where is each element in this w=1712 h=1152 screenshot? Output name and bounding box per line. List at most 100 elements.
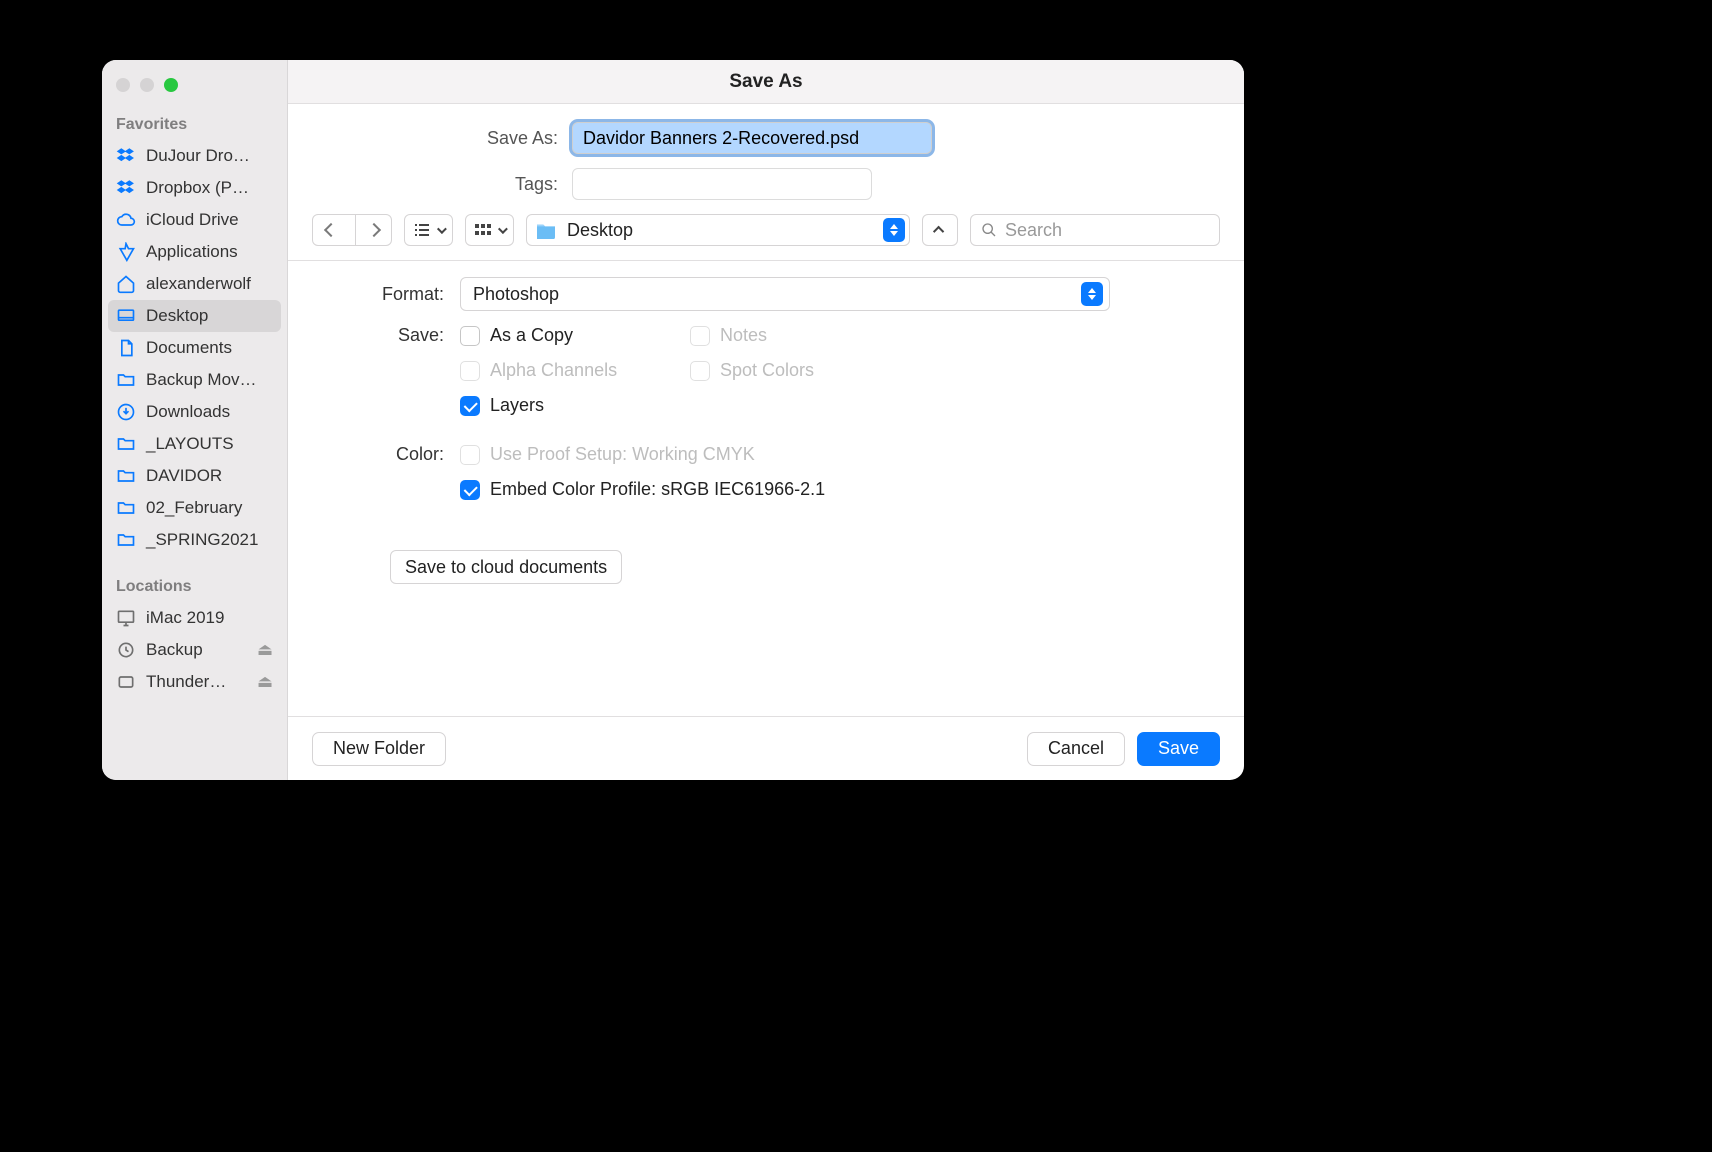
list-icon [413, 223, 431, 237]
checkbox-notes: Notes [690, 325, 920, 346]
checkbox-icon [460, 480, 480, 500]
location-dropdown[interactable]: Desktop [526, 214, 910, 246]
checkbox-label: Alpha Channels [490, 360, 617, 381]
sidebar-item-imac[interactable]: iMac 2019 [102, 602, 287, 634]
forward-button[interactable] [355, 215, 391, 245]
search-field[interactable]: Search [970, 214, 1220, 246]
sidebar-item-label: Thunder… [146, 672, 226, 692]
sidebar-item-davidor[interactable]: DAVIDOR [102, 460, 287, 492]
chevron-right-icon [366, 223, 380, 237]
minimize-window-icon[interactable] [140, 78, 154, 92]
sidebar-item-label: Documents [146, 338, 232, 358]
sidebar-item-dujour[interactable]: DuJour Dro… [102, 140, 287, 172]
new-folder-label: New Folder [333, 738, 425, 759]
sidebar-section-favorites: Favorites [102, 110, 287, 140]
sidebar-item-backup-mov[interactable]: Backup Mov… [102, 364, 287, 396]
save-button[interactable]: Save [1137, 732, 1220, 766]
saveas-label: Save As: [312, 128, 572, 149]
checkbox-label: Use Proof Setup: Working CMYK [490, 444, 755, 465]
sidebar-item-icloud[interactable]: iCloud Drive [102, 204, 287, 236]
folder-icon [116, 370, 136, 390]
cloud-icon [116, 210, 136, 230]
sidebar-item-label: DAVIDOR [146, 466, 222, 486]
tags-label: Tags: [312, 174, 572, 195]
sidebar-item-label: Downloads [146, 402, 230, 422]
sidebar-item-label: iMac 2019 [146, 608, 224, 628]
window-controls [102, 70, 287, 110]
chevron-down-icon [437, 224, 447, 234]
sidebar-item-label: Backup Mov… [146, 370, 257, 390]
search-placeholder: Search [1005, 220, 1062, 241]
tags-input[interactable] [572, 168, 872, 200]
sidebar-item-label: 02_February [146, 498, 242, 518]
search-icon [981, 222, 997, 238]
checkbox-icon [690, 326, 710, 346]
sidebar-item-label: Applications [146, 242, 238, 262]
sidebar-item-dropbox[interactable]: Dropbox (P… [102, 172, 287, 204]
new-folder-button[interactable]: New Folder [312, 732, 446, 766]
sidebar-item-desktop[interactable]: Desktop [108, 300, 281, 332]
sidebar: Favorites DuJour Dro… Dropbox (P… iCloud… [102, 60, 288, 780]
applications-icon [116, 242, 136, 262]
sidebar-item-label: Desktop [146, 306, 208, 326]
save-to-cloud-button[interactable]: Save to cloud documents [390, 550, 622, 584]
dialog-footer: New Folder Cancel Save [288, 716, 1244, 780]
folder-icon [116, 434, 136, 454]
sidebar-item-backup[interactable]: Backup ⏏ [102, 634, 287, 666]
sidebar-item-layouts[interactable]: _LAYOUTS [102, 428, 287, 460]
checkbox-layers[interactable]: Layers [460, 395, 690, 416]
sidebar-item-spring2021[interactable]: _SPRING2021 [102, 524, 287, 556]
checkbox-label: Notes [720, 325, 767, 346]
download-icon [116, 402, 136, 422]
format-stepper-icon [1081, 282, 1103, 306]
close-window-icon[interactable] [116, 78, 130, 92]
save-label: Save [1158, 738, 1199, 759]
options-area: Format: Photoshop Save: As a Copy [288, 261, 1244, 716]
eject-icon[interactable]: ⏏ [257, 640, 273, 660]
sidebar-item-02-february[interactable]: 02_February [102, 492, 287, 524]
sidebar-section-locations: Locations [102, 572, 287, 602]
maximize-window-icon[interactable] [164, 78, 178, 92]
sidebar-item-home[interactable]: alexanderwolf [102, 268, 287, 300]
sidebar-item-label: Backup [146, 640, 203, 660]
view-grid-button[interactable] [465, 214, 514, 246]
back-button[interactable] [313, 215, 349, 245]
sidebar-item-downloads[interactable]: Downloads [102, 396, 287, 428]
checkbox-embed-profile[interactable]: Embed Color Profile: sRGB IEC61966-2.1 [460, 479, 920, 500]
format-label: Format: [312, 284, 460, 305]
checkbox-spot-colors: Spot Colors [690, 360, 920, 381]
view-list-button[interactable] [404, 214, 453, 246]
cancel-button[interactable]: Cancel [1027, 732, 1125, 766]
checkbox-as-a-copy[interactable]: As a Copy [460, 325, 690, 346]
sidebar-item-label: _LAYOUTS [146, 434, 234, 454]
sidebar-item-applications[interactable]: Applications [102, 236, 287, 268]
eject-icon[interactable]: ⏏ [257, 672, 273, 692]
folder-icon [116, 466, 136, 486]
checkbox-alpha-channels: Alpha Channels [460, 360, 690, 381]
dropbox-icon [116, 178, 136, 198]
format-select-value: Photoshop [473, 284, 1081, 305]
color-label: Color: [312, 444, 460, 465]
computer-icon [116, 608, 136, 628]
chevron-left-icon [324, 223, 338, 237]
format-select[interactable]: Photoshop [460, 277, 1110, 311]
checkbox-icon [690, 361, 710, 381]
save-label: Save: [312, 325, 460, 346]
sidebar-item-documents[interactable]: Documents [102, 332, 287, 364]
desktop-icon [116, 306, 136, 326]
location-stepper-icon [883, 218, 905, 242]
checkbox-proof-setup: Use Proof Setup: Working CMYK [460, 444, 920, 465]
collapse-button[interactable] [922, 214, 958, 246]
disk-icon [116, 672, 136, 692]
saveas-input[interactable] [572, 122, 932, 154]
cloud-button-label: Save to cloud documents [405, 557, 607, 578]
sidebar-item-thunder[interactable]: Thunder… ⏏ [102, 666, 287, 698]
location-text: Desktop [567, 220, 873, 241]
save-dialog-window: Favorites DuJour Dro… Dropbox (P… iCloud… [102, 60, 1244, 780]
checkbox-label: Layers [490, 395, 544, 416]
time-machine-icon [116, 640, 136, 660]
checkbox-label: Spot Colors [720, 360, 814, 381]
browser-toolbar: Desktop Search [312, 214, 1220, 246]
sidebar-item-label: DuJour Dro… [146, 146, 250, 166]
folder-icon [116, 530, 136, 550]
